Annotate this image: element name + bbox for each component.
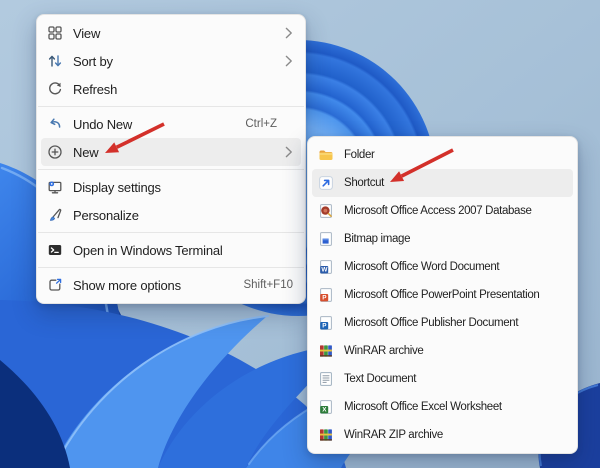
menu-item-open-in-windows-terminal[interactable]: Open in Windows Terminal	[41, 236, 301, 264]
folder-icon	[318, 147, 334, 163]
menu-item-label: Text Document	[344, 373, 417, 385]
menu-item-microsoft-office-publisher-document[interactable]: P Microsoft Office Publisher Document	[312, 309, 573, 337]
menu-item-label: Shortcut	[344, 177, 385, 189]
menu-item-microsoft-office-powerpoint-presentation[interactable]: P Microsoft Office PowerPoint Presentatio…	[312, 281, 573, 309]
powerpoint-file-icon: P	[318, 287, 334, 303]
chevron-right-icon	[277, 55, 293, 67]
view-grid-icon	[47, 25, 63, 41]
menu-item-sort-by[interactable]: Sort by	[41, 47, 301, 75]
publisher-file-icon: P	[318, 315, 334, 331]
display-settings-icon	[47, 179, 63, 195]
menu-item-bitmap-image[interactable]: Bitmap image	[312, 225, 573, 253]
menu-item-winrar-zip-archive[interactable]: WinRAR ZIP archive	[312, 421, 573, 449]
menu-item-label: Open in Windows Terminal	[73, 242, 223, 258]
menu-item-undo-new[interactable]: Undo New Ctrl+Z	[41, 110, 301, 138]
chevron-right-icon	[277, 27, 293, 39]
menu-item-label: Sort by	[73, 53, 113, 69]
menu-item-label: Microsoft Office Word Document	[344, 261, 500, 273]
text-file-icon	[318, 371, 334, 387]
menu-separator	[38, 106, 304, 107]
menu-item-text-document[interactable]: Text Document	[312, 365, 573, 393]
new-plus-icon	[47, 144, 63, 160]
menu-item-label: New	[73, 144, 99, 160]
excel-file-icon: X	[318, 399, 334, 415]
menu-item-label: Microsoft Office Excel Worksheet	[344, 401, 502, 413]
menu-item-display-settings[interactable]: Display settings	[41, 173, 301, 201]
chevron-right-icon	[277, 146, 293, 158]
menu-item-show-more-options[interactable]: Show more options Shift+F10	[41, 271, 301, 299]
menu-item-label: Folder	[344, 149, 375, 161]
menu-item-label: Show more options	[73, 277, 181, 293]
terminal-icon	[47, 242, 63, 258]
menu-item-label: Display settings	[73, 179, 161, 195]
menu-separator	[38, 169, 304, 170]
menu-item-new[interactable]: New	[41, 138, 301, 166]
menu-item-microsoft-office-excel-worksheet[interactable]: X Microsoft Office Excel Worksheet	[312, 393, 573, 421]
menu-item-label: Refresh	[73, 81, 118, 97]
menu-item-winrar-archive[interactable]: WinRAR archive	[312, 337, 573, 365]
winrar-file-icon	[318, 343, 334, 359]
menu-item-shortcut[interactable]: Shortcut	[312, 169, 573, 197]
menu-item-label: Undo New	[73, 116, 133, 132]
sort-arrows-icon	[47, 53, 63, 69]
menu-item-folder[interactable]: Folder	[312, 141, 573, 169]
undo-icon	[47, 116, 63, 132]
bitmap-file-icon	[318, 231, 334, 247]
winrar-zip-file-icon	[318, 427, 334, 443]
menu-item-label: Bitmap image	[344, 233, 411, 245]
desktop-context-menu: View Sort by Refresh Undo New Ctrl+Z New Displ…	[36, 14, 306, 304]
new-submenu: Folder Shortcut Microsoft Office Access 20…	[307, 136, 578, 454]
shortcut-hint: Ctrl+Z	[245, 118, 277, 130]
menu-separator	[38, 232, 304, 233]
screenshot-stage: View Sort by Refresh Undo New Ctrl+Z New Displ…	[0, 0, 600, 468]
show-more-icon	[47, 277, 63, 293]
menu-item-microsoft-office-word-document[interactable]: W Microsoft Office Word Document	[312, 253, 573, 281]
menu-item-label: WinRAR archive	[344, 345, 424, 357]
shortcut-hint: Shift+F10	[243, 279, 293, 291]
menu-item-label: Microsoft Office PowerPoint Presentation	[344, 289, 540, 301]
menu-item-label: View	[73, 25, 101, 41]
shortcut-arrow-icon	[318, 175, 334, 191]
menu-item-label: WinRAR ZIP archive	[344, 429, 443, 441]
menu-item-view[interactable]: View	[41, 19, 301, 47]
menu-item-refresh[interactable]: Refresh	[41, 75, 301, 103]
menu-item-label: Microsoft Office Publisher Document	[344, 317, 519, 329]
menu-separator	[38, 267, 304, 268]
menu-item-personalize[interactable]: Personalize	[41, 201, 301, 229]
access-file-icon	[318, 203, 334, 219]
menu-item-label: Microsoft Office Access 2007 Database	[344, 205, 532, 217]
personalize-brush-icon	[47, 207, 63, 223]
refresh-icon	[47, 81, 63, 97]
word-file-icon: W	[318, 259, 334, 275]
menu-item-microsoft-office-access-2007-database[interactable]: Microsoft Office Access 2007 Database	[312, 197, 573, 225]
menu-item-label: Personalize	[73, 207, 139, 223]
